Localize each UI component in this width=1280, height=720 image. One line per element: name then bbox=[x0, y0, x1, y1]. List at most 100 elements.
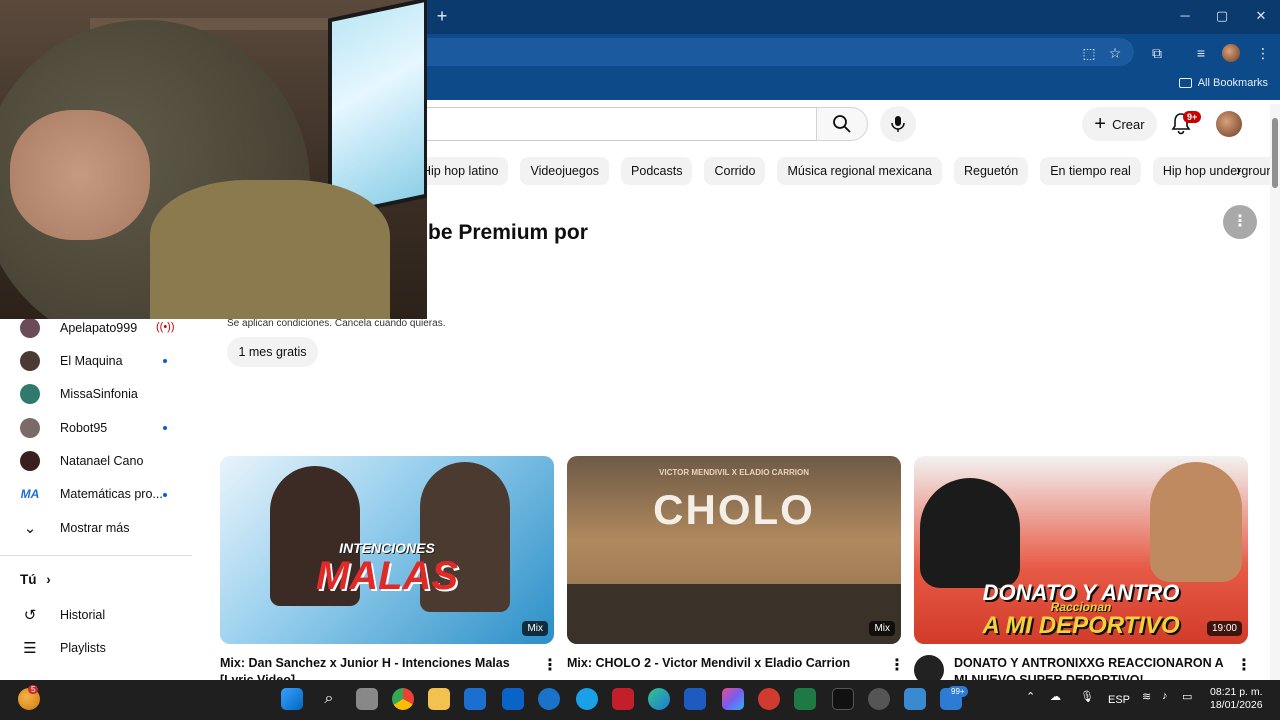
task-view-icon[interactable] bbox=[356, 688, 378, 710]
file-explorer-icon[interactable] bbox=[428, 688, 450, 710]
excel-icon[interactable] bbox=[794, 688, 816, 710]
live-indicator-icon: ((•)) bbox=[156, 321, 175, 333]
bookmark-star-icon[interactable]: ☆ bbox=[1104, 43, 1126, 63]
sidebar-item-el-maquina[interactable]: El Maquina bbox=[20, 350, 123, 372]
video-more-options-icon[interactable]: ⋮ bbox=[889, 655, 905, 675]
avatar bbox=[20, 351, 40, 371]
mail-icon[interactable] bbox=[502, 688, 524, 710]
chip-corrido[interactable]: Corrido bbox=[704, 157, 766, 185]
all-bookmarks-label: All Bookmarks bbox=[1197, 77, 1268, 89]
onedrive-icon[interactable]: ☁ bbox=[1050, 690, 1061, 703]
search-input[interactable] bbox=[420, 107, 816, 141]
history-icon: ↺ bbox=[23, 607, 37, 624]
sidebar-divider bbox=[0, 555, 192, 556]
chip-en-tiempo-real[interactable]: En tiempo real bbox=[1040, 157, 1141, 185]
avatar bbox=[20, 318, 40, 338]
browser-menu-icon[interactable]: ⋮ bbox=[1252, 43, 1274, 63]
avatar: MA bbox=[20, 484, 40, 504]
maximize-button[interactable]: ▢ bbox=[1207, 5, 1237, 27]
new-content-dot bbox=[163, 426, 167, 430]
battery-icon[interactable]: ▭ bbox=[1182, 690, 1192, 703]
avatar bbox=[20, 451, 40, 471]
thumbnail-ground bbox=[567, 584, 901, 644]
system-clock[interactable]: 08:21 p. m. 18/01/2026 bbox=[1210, 686, 1263, 712]
video-more-options-icon[interactable]: ⋮ bbox=[1236, 655, 1252, 675]
volume-icon[interactable]: ♪ bbox=[1162, 690, 1168, 702]
chip-hip-hop-latino[interactable]: Hip hop latino bbox=[420, 157, 509, 185]
chip-hip-hop-underground[interactable]: Hip hop underground bbox=[1152, 157, 1280, 185]
profile-avatar-icon[interactable] bbox=[1222, 44, 1240, 62]
app-notification-badge: 99+ bbox=[948, 686, 968, 697]
create-button[interactable]: + Crear bbox=[1082, 107, 1157, 141]
app-icon[interactable] bbox=[576, 688, 598, 710]
sidebar-item-missasinfonia[interactable]: MissaSinfonia bbox=[20, 383, 138, 405]
hp-icon[interactable] bbox=[538, 688, 560, 710]
sidebar-item-natanael-cano[interactable]: Natanael Cano bbox=[20, 450, 143, 472]
chip-regueton[interactable]: Reguetón bbox=[953, 157, 1029, 185]
microphone-tray-icon[interactable]: 🎙 bbox=[1080, 690, 1094, 703]
chrome-icon[interactable] bbox=[392, 688, 414, 710]
sidebar-item-robot95[interactable]: Robot95 bbox=[20, 417, 107, 439]
free-trial-button[interactable]: 1 mes gratis bbox=[227, 337, 318, 367]
sidebar-item-label: El Maquina bbox=[60, 354, 123, 368]
promo-more-options-icon[interactable]: ⋮ bbox=[1223, 205, 1257, 239]
video-more-options-icon[interactable]: ⋮ bbox=[542, 655, 558, 675]
sidebar-you-section[interactable]: Tú › bbox=[20, 572, 51, 587]
edge-icon[interactable] bbox=[648, 688, 670, 710]
sidebar-item-label: Historial bbox=[60, 608, 106, 622]
page-scrollbar[interactable] bbox=[1270, 104, 1280, 680]
chip-musica-regional-mexicana[interactable]: Música regional mexicana bbox=[777, 157, 942, 185]
thumbnail-title: A MI DEPORTIVO bbox=[982, 612, 1180, 639]
close-window-button[interactable]: ✕ bbox=[1246, 5, 1276, 27]
chip-podcasts[interactable]: Podcasts bbox=[621, 157, 693, 185]
webcam-person-face bbox=[10, 110, 150, 240]
minimize-button[interactable]: ─ bbox=[1170, 5, 1200, 27]
playlists-icon: ☰ bbox=[23, 640, 37, 657]
thumbnail-figure bbox=[1150, 462, 1242, 582]
screen: + ─ ▢ ✕ ⬚ ☆ ⧉ ≡ ⋮ All Bookmarks + Crear bbox=[0, 0, 1280, 720]
store-icon[interactable] bbox=[464, 688, 486, 710]
sidebar-item-label: Matemáticas pro... bbox=[60, 487, 163, 501]
app-icon[interactable] bbox=[758, 688, 780, 710]
app-icon[interactable] bbox=[904, 688, 926, 710]
install-app-icon[interactable]: ⬚ bbox=[1078, 43, 1100, 63]
webcam-person-body bbox=[150, 180, 390, 319]
mcafee-icon[interactable] bbox=[612, 688, 634, 710]
video-thumbnail[interactable]: DONATO Y ANTRO Raccionan A MI DEPORTIVO … bbox=[914, 456, 1248, 644]
sidebar-item-matematicas-pro[interactable]: MA Matemáticas pro... bbox=[20, 483, 163, 505]
media-controls-icon[interactable]: ≡ bbox=[1190, 43, 1212, 63]
account-avatar[interactable] bbox=[1216, 111, 1242, 137]
app-icon[interactable] bbox=[832, 688, 854, 710]
search-icon bbox=[833, 115, 851, 133]
show-more-label: Mostrar más bbox=[60, 521, 130, 535]
show-more-button[interactable]: ⌄ Mostrar más bbox=[20, 517, 130, 539]
all-bookmarks-button[interactable]: All Bookmarks bbox=[1178, 77, 1268, 89]
show-hidden-icons[interactable]: ⌃ bbox=[1026, 690, 1035, 703]
taskbar-search-icon[interactable]: ⌕ bbox=[318, 688, 340, 710]
search-button[interactable] bbox=[816, 107, 868, 141]
chip-videojuegos[interactable]: Videojuegos bbox=[520, 157, 610, 185]
sidebar-item-historial[interactable]: ↺ Historial bbox=[20, 604, 105, 626]
sidebar-item-apelapato999[interactable]: Apelapato999 bbox=[20, 317, 137, 339]
video-thumbnail[interactable]: INTENCIONES MALAS Mix bbox=[220, 456, 554, 644]
word-icon[interactable] bbox=[684, 688, 706, 710]
app-icon[interactable] bbox=[868, 688, 890, 710]
copilot-icon[interactable] bbox=[722, 688, 744, 710]
language-indicator[interactable]: ESP bbox=[1108, 694, 1130, 706]
video-thumbnail[interactable]: VICTOR MENDIVIL X ELADIO CARRION CHOLO M… bbox=[567, 456, 901, 644]
scrollbar-thumb[interactable] bbox=[1272, 118, 1278, 188]
video-title-line: Mix: Dan Sanchez x Junior H - Intencione… bbox=[220, 656, 510, 670]
video-title[interactable]: Mix: CHOLO 2 - Victor Mendivil x Eladio … bbox=[567, 655, 867, 672]
sidebar-item-label: Playlists bbox=[60, 641, 106, 655]
wifi-icon[interactable]: ≋ bbox=[1142, 690, 1151, 703]
webcam-overlay bbox=[0, 0, 427, 319]
chevron-right-icon[interactable]: › bbox=[1236, 160, 1254, 182]
extensions-icon[interactable]: ⧉ bbox=[1146, 43, 1168, 63]
voice-search-button[interactable] bbox=[880, 106, 916, 142]
new-tab-button[interactable]: + bbox=[432, 6, 452, 26]
start-button-icon[interactable] bbox=[281, 688, 303, 710]
sidebar-item-playlists[interactable]: ☰ Playlists bbox=[20, 637, 106, 659]
microphone-icon bbox=[891, 116, 905, 132]
sidebar-item-label: Apelapato999 bbox=[60, 321, 138, 335]
address-bar[interactable] bbox=[420, 38, 1134, 66]
